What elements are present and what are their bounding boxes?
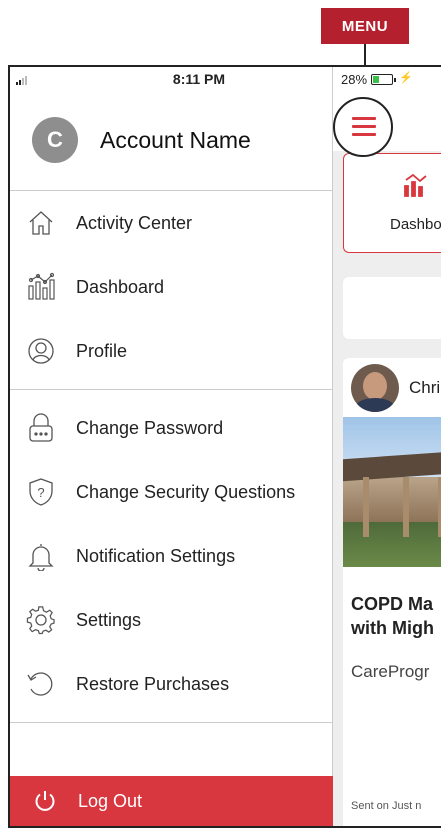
app-content-peek[interactable]: 28% ⚡ Dashboard Chri COPD Ma	[333, 67, 441, 826]
navigation-drawer: 8:11 PM C Account Name Activity Center D…	[10, 67, 333, 826]
menu-item-label: Change Security Questions	[76, 481, 296, 502]
menu-item-label: Dashboard	[76, 276, 165, 297]
menu-item-change-password[interactable]: Change Password	[10, 396, 333, 460]
menu-divider	[10, 389, 333, 390]
drawer-menu: Activity Center Dashboard Profile Change…	[10, 191, 333, 729]
post-timestamp: Sent on Just n	[351, 800, 422, 812]
status-time: 8:11 PM	[172, 71, 226, 87]
dashboard-icon	[24, 270, 58, 304]
menu-item-restore-purchases[interactable]: Restore Purchases	[10, 652, 333, 716]
status-bar: 8:11 PM	[10, 67, 333, 91]
content-card[interactable]	[343, 277, 441, 339]
menu-item-activity-center[interactable]: Activity Center	[10, 191, 333, 255]
bell-icon	[24, 539, 58, 573]
menu-item-label: Restore Purchases	[76, 673, 230, 694]
logout-button[interactable]: Log Out	[10, 776, 333, 826]
charging-icon: ⚡	[399, 72, 413, 84]
menu-callout-label: MENU	[321, 8, 409, 44]
device-screen: 8:11 PM C Account Name Activity Center D…	[8, 65, 441, 828]
dashboard-tile[interactable]: Dashboard	[343, 153, 441, 253]
power-icon	[35, 791, 55, 811]
gear-icon	[24, 603, 58, 637]
shield-question-icon: ?	[24, 475, 58, 509]
home-icon	[24, 206, 58, 240]
post-image	[343, 417, 441, 567]
account-name: Account Name	[100, 127, 251, 153]
battery-percent: 28%	[341, 72, 368, 87]
menu-item-label: Notification Settings	[76, 545, 236, 566]
post-source: CareProgr	[351, 662, 430, 681]
feed-card[interactable]: Chri COPD Ma with Migh CareProgr Sent on…	[343, 358, 441, 826]
menu-item-dashboard[interactable]: Dashboard	[10, 255, 333, 319]
hamburger-icon	[352, 117, 376, 141]
restore-icon	[24, 667, 58, 701]
dashboard-tile-label: Dashboard	[390, 216, 441, 233]
menu-item-label: Change Password	[76, 417, 224, 438]
account-header[interactable]: C Account Name	[10, 91, 333, 191]
battery-icon	[371, 74, 396, 85]
lock-icon	[24, 411, 58, 445]
dashboard-icon	[402, 172, 428, 203]
post-author: Chri	[409, 378, 441, 397]
profile-icon	[24, 334, 58, 368]
menu-item-settings[interactable]: Settings	[10, 588, 333, 652]
post-title: COPD Ma with Migh	[351, 594, 434, 638]
logout-label: Log Out	[78, 790, 143, 811]
author-avatar	[351, 364, 399, 412]
menu-item-label: Activity Center	[76, 212, 193, 233]
status-bar-right: 28% ⚡	[333, 67, 441, 91]
menu-item-notification-settings[interactable]: Notification Settings	[10, 524, 333, 588]
app-header	[333, 91, 441, 157]
menu-item-label: Settings	[76, 609, 142, 630]
menu-button[interactable]	[333, 97, 393, 157]
svg-text:?: ?	[37, 485, 44, 500]
menu-divider	[10, 722, 333, 723]
menu-item-change-security-questions[interactable]: ? Change Security Questions	[10, 460, 333, 524]
menu-item-profile[interactable]: Profile	[10, 319, 333, 383]
menu-item-label: Profile	[76, 340, 128, 361]
avatar: C	[32, 117, 78, 163]
